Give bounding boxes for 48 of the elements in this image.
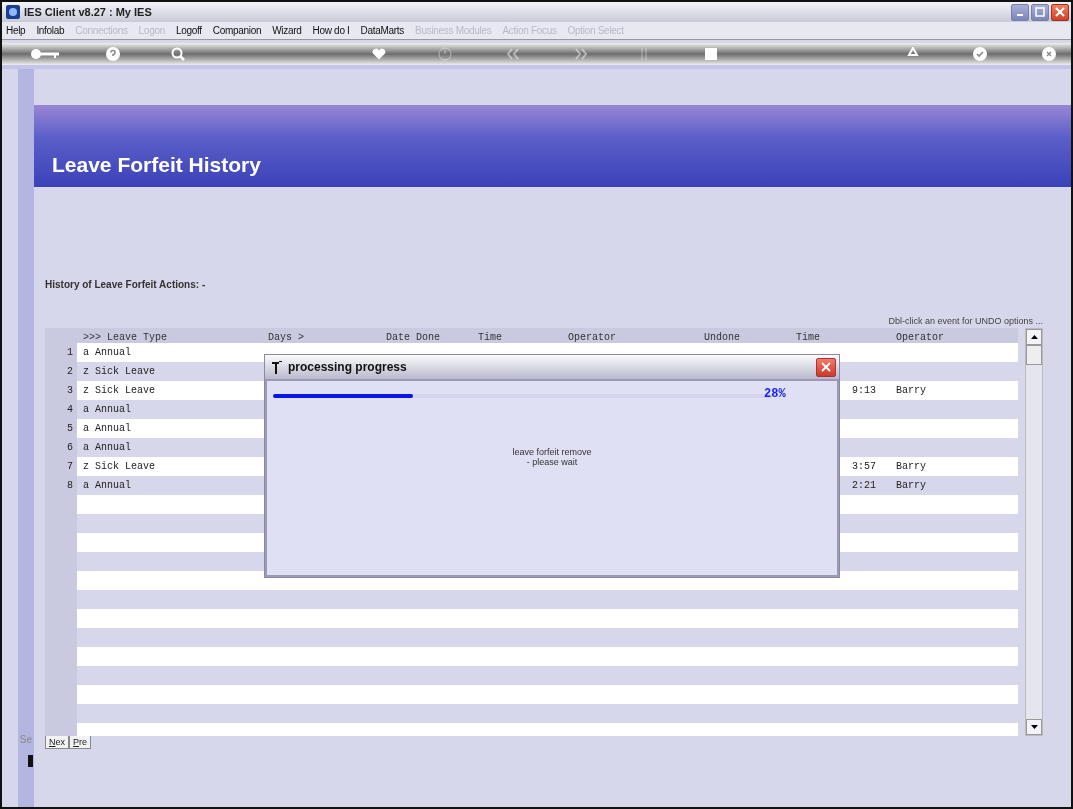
menu-item[interactable]: How do I [312,25,350,36]
menu-item[interactable]: Help [6,25,26,36]
row-number: 5 [45,419,77,438]
row-number: 7 [45,457,77,476]
menu-item[interactable]: Companion [212,25,262,36]
row-number: 8 [45,476,77,495]
column-header: Days > [267,332,305,343]
table-cell-text: Barry [895,480,927,491]
dialog-title: processing progress [288,360,407,374]
menu-item[interactable]: Logoff [175,25,202,36]
table-cell-text: a Annual [82,442,132,453]
row-number: 3 [45,381,77,400]
column-header: Time [477,332,503,343]
hint-text: Dbl-click an event for UNDO options ... [888,316,1043,326]
column-header: Time [795,332,821,343]
row-number: 6 [45,438,77,457]
section-label: History of Leave Forfeit Actions: - [45,279,207,290]
nav-button[interactable]: Pre [69,736,92,749]
column-header: Operator [567,332,617,343]
table-cell-text: a Annual [82,347,132,358]
menu-item[interactable]: Infolab [36,25,65,36]
table-cell-text: 9:13 [851,385,877,396]
status-message: leave forfeit remove [512,447,592,457]
column-header: Undone [703,332,741,343]
table-cell-text: z Sick Leave [82,385,156,396]
table-cell-text: Barry [895,385,927,396]
table-cell-text: z Sick Leave [82,461,156,472]
row-number: 2 [45,362,77,381]
column-header: Date Done [385,332,441,343]
column-header: >>> Leave Type [82,332,168,343]
nav-button[interactable]: Nex [45,736,69,749]
table-cell-text: a Annual [82,480,132,491]
table-cell-text: a Annual [82,423,132,434]
status-message: - please wait [526,457,578,467]
side-label: Se [19,734,33,745]
table-cell-text: Barry [895,461,927,472]
progress-percent: 28% [764,387,786,401]
table-cell-text: 3:57 [851,461,877,472]
page-title: Leave Forfeit History [52,153,261,177]
table-cell-text: 2:21 [851,480,877,491]
row-number: 4 [45,400,77,419]
menu-item[interactable]: DataMarts [360,25,405,36]
table-cell-text: a Annual [82,404,132,415]
menu-item[interactable]: Wizard [272,25,302,36]
row-number: 1 [45,343,77,362]
table-cell-text: z Sick Leave [82,366,156,377]
window-title: IES Client v8.27 : My IES [24,6,152,18]
column-header: Operator [895,332,945,343]
